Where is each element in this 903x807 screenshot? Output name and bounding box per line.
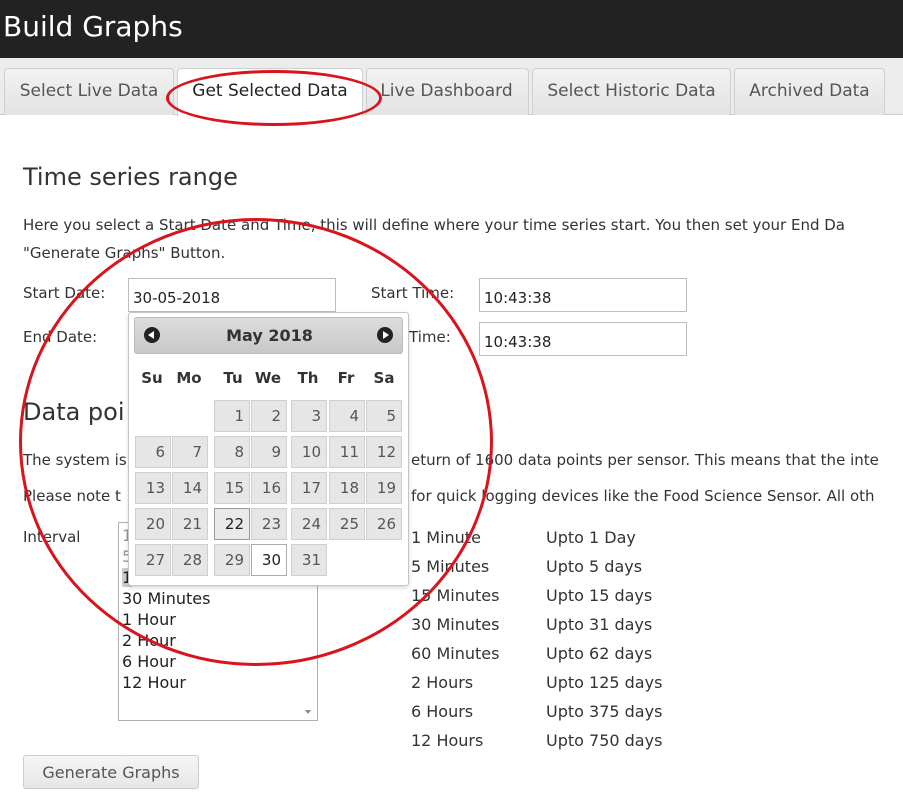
tab-select-live-data[interactable]: Select Live Data xyxy=(4,68,174,115)
calendar-day[interactable]: 18 xyxy=(329,472,365,504)
tab-live-dashboard[interactable]: Live Dashboard xyxy=(366,68,529,115)
weekday-header: Su xyxy=(141,369,163,387)
ref-range: Upto 750 days xyxy=(546,731,663,750)
calendar-day[interactable]: 11 xyxy=(329,436,365,468)
interval-option[interactable]: 12 Hour xyxy=(122,673,186,692)
calendar-day[interactable]: 30 xyxy=(251,544,287,576)
calendar-day[interactable]: 26 xyxy=(366,508,402,540)
ref-interval: 60 Minutes xyxy=(411,644,500,663)
calendar-day[interactable]: 17 xyxy=(291,472,327,504)
end-date-label: End Date: xyxy=(23,328,98,346)
calendar-day[interactable]: 9 xyxy=(251,436,287,468)
interval-option[interactable]: 30 Minutes xyxy=(122,589,210,608)
calendar-day[interactable]: 8 xyxy=(214,436,250,468)
ref-interval: 6 Hours xyxy=(411,702,474,721)
calendar-day[interactable]: 21 xyxy=(172,508,208,540)
calendar-day[interactable]: 5 xyxy=(366,400,402,432)
calendar-day[interactable]: 3 xyxy=(291,400,327,432)
interval-label: Interval xyxy=(23,528,81,546)
calendar-day[interactable]: 6 xyxy=(135,436,171,468)
tab-live-dashboard-label: Live Dashboard xyxy=(380,81,513,101)
calendar-day[interactable]: 13 xyxy=(135,472,171,504)
calendar-day[interactable]: 16 xyxy=(251,472,287,504)
tab-bar: Select Live Data Get Selected Data Live … xyxy=(0,58,903,116)
ref-interval: 1 Minute xyxy=(411,528,481,547)
calendar-day[interactable]: 31 xyxy=(291,544,327,576)
tab-archived-data[interactable]: Archived Data xyxy=(734,68,885,115)
calendar-day[interactable]: 7 xyxy=(172,436,208,468)
ref-interval: 15 Minutes xyxy=(411,586,500,605)
ref-range: Upto 15 days xyxy=(546,586,653,605)
start-date-label: Start Date: xyxy=(23,284,106,302)
ref-interval: 30 Minutes xyxy=(411,615,500,634)
calendar-day[interactable]: 24 xyxy=(291,508,327,540)
data-points-text-1-left: The system is xyxy=(23,451,127,469)
calendar-day[interactable]: 14 xyxy=(172,472,208,504)
end-time-label: Time: xyxy=(409,328,451,346)
calendar-day[interactable]: 12 xyxy=(366,436,402,468)
weekday-header: Sa xyxy=(373,369,395,387)
tab-select-historic-data[interactable]: Select Historic Data xyxy=(532,68,731,115)
app-title: Build Graphs xyxy=(3,10,183,43)
weekday-header: Mo xyxy=(176,369,202,387)
data-points-text-1-right: eturn of 1600 data points per sensor. Th… xyxy=(411,451,879,469)
weekday-header: Tu xyxy=(223,369,243,387)
ref-range: Upto 5 days xyxy=(546,557,643,576)
data-points-heading: Data poi xyxy=(23,398,125,426)
weekday-header: We xyxy=(254,369,282,387)
data-points-text-2-left: Please note t xyxy=(23,487,121,505)
next-month-icon[interactable] xyxy=(377,327,393,343)
generate-graphs-button[interactable]: Generate Graphs xyxy=(23,755,199,789)
start-time-label: Start Time: xyxy=(371,284,455,302)
ref-range: Upto 1 Day xyxy=(546,528,636,547)
weekday-header: Fr xyxy=(337,369,355,387)
calendar-day[interactable]: 19 xyxy=(366,472,402,504)
calendar-day[interactable]: 22 xyxy=(214,508,250,540)
ref-range: Upto 375 days xyxy=(546,702,663,721)
calendar-day[interactable]: 29 xyxy=(214,544,250,576)
intro-text-line-2: "Generate Graphs" Button. xyxy=(23,244,226,262)
calendar-day[interactable]: 28 xyxy=(172,544,208,576)
interval-option[interactable]: 6 Hour xyxy=(122,652,176,671)
ref-range: Upto 125 days xyxy=(546,673,663,692)
ref-interval: 2 Hours xyxy=(411,673,474,692)
interval-option[interactable]: 1 Hour xyxy=(122,610,176,629)
datepicker-month-label: May 2018 xyxy=(226,326,313,345)
calendar-day[interactable]: 27 xyxy=(135,544,171,576)
calendar-day[interactable]: 20 xyxy=(135,508,171,540)
weekday-header: Th xyxy=(297,369,319,387)
calendar-day[interactable]: 1 xyxy=(214,400,250,432)
time-series-heading: Time series range xyxy=(23,163,238,191)
datepicker-popup: May 2018 Su Mo Tu We Th Fr Sa 1 2 3 4 5 6 7 8 9 10 11 12 13… xyxy=(128,312,409,586)
calendar-day[interactable]: 10 xyxy=(291,436,327,468)
calendar-day[interactable]: 25 xyxy=(329,508,365,540)
tab-get-selected-data[interactable]: Get Selected Data xyxy=(177,68,363,116)
end-time-input[interactable] xyxy=(479,322,687,356)
ref-interval: 12 Hours xyxy=(411,731,484,750)
start-date-input[interactable] xyxy=(128,278,336,312)
calendar-day[interactable]: 4 xyxy=(329,400,365,432)
data-points-text-2-right: for quick logging devices like the Food … xyxy=(411,487,875,505)
interval-option[interactable]: 2 Hour xyxy=(122,631,176,650)
calendar-day[interactable]: 15 xyxy=(214,472,250,504)
ref-interval: 5 Minutes xyxy=(411,557,490,576)
app-header: Build Graphs xyxy=(0,0,903,58)
scroll-down-icon[interactable] xyxy=(305,710,311,714)
start-time-input[interactable] xyxy=(479,278,687,312)
intro-text-line-1: Here you select a Start Date and Time, t… xyxy=(23,216,845,234)
calendar-day[interactable]: 2 xyxy=(251,400,287,432)
calendar-day[interactable]: 23 xyxy=(251,508,287,540)
ref-range: Upto 31 days xyxy=(546,615,653,634)
ref-range: Upto 62 days xyxy=(546,644,653,663)
datepicker-header: May 2018 xyxy=(134,317,403,354)
